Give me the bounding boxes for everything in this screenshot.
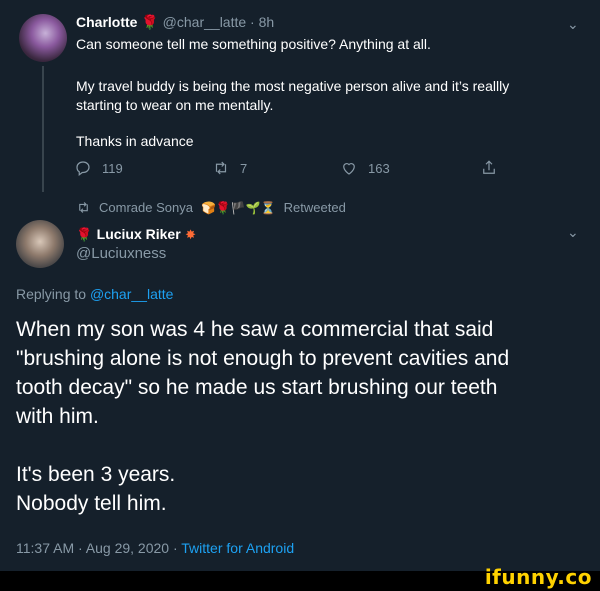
retweeted-label: Retweeted	[283, 200, 346, 215]
tweet2-meta: 11:37 AM · Aug 29, 2020 · Twitter for An…	[16, 540, 294, 556]
luciux-name[interactable]: Luciux Riker	[97, 226, 181, 242]
retweet-small-icon	[79, 202, 88, 213]
tweet2-line5: It's been 3 years.	[16, 463, 176, 486]
luciux-handle[interactable]: @Luciuxness	[76, 245, 166, 262]
luciux-avatar[interactable]	[16, 220, 64, 268]
tweet2-line1: When my son was 4 he saw a commercial th…	[16, 318, 494, 341]
tweet2-line4: with him.	[16, 405, 99, 428]
tweet1-line2: My travel buddy is being the most negati…	[76, 78, 510, 94]
like-count: 163	[368, 160, 390, 176]
replying-prefix: Replying to	[16, 286, 87, 302]
reply-count: 119	[102, 160, 123, 176]
heart-icon	[343, 163, 355, 175]
share-icon	[483, 160, 495, 174]
replying-to: Replying to @char__latte	[16, 286, 173, 302]
tweet1-time: · 8h	[250, 14, 275, 30]
like-button[interactable]: 163	[340, 159, 390, 177]
share-button[interactable]	[480, 159, 498, 177]
retweet-icon	[215, 161, 227, 175]
tweet2-line2: "brushing alone is not enough to prevent…	[16, 347, 510, 370]
thread-line	[42, 66, 44, 192]
ifunny-watermark: ifunny.co	[484, 565, 592, 589]
source-link[interactable]: Twitter for Android	[181, 540, 294, 556]
retweet-bar: Comrade Sonya 🍞🌹🏴🌱⏳ Retweeted	[76, 200, 346, 215]
retweet-count: 7	[240, 160, 248, 176]
tweet2-line6: Nobody tell him.	[16, 492, 167, 515]
tweet1-header: Charlotte 🌹 @char__latte · 8h	[76, 14, 274, 31]
retweeter-emoji: 🍞🌹🏴🌱⏳	[200, 200, 276, 215]
rose-icon: 🌹	[141, 14, 159, 30]
tweet1-line3: starting to wear on me mentally.	[76, 97, 274, 113]
charlotte-handle[interactable]: @char__latte	[163, 14, 246, 30]
rose-icon: 🌹	[76, 227, 93, 242]
sparkle-icon: ✸	[185, 227, 197, 242]
tweet1-line1: Can someone tell me something positive? …	[76, 36, 431, 52]
retweeter-name[interactable]: Comrade Sonya	[99, 200, 193, 215]
chevron-down-icon[interactable]: ⌄	[567, 16, 579, 33]
retweet-button[interactable]: 7	[212, 159, 247, 177]
replying-handle-link[interactable]: @char__latte	[90, 286, 173, 302]
reply-icon	[76, 161, 90, 176]
tweet2-line3: tooth decay" so he made us start brushin…	[16, 376, 498, 399]
timestamp[interactable]: 11:37 AM · Aug 29, 2020 ·	[16, 540, 178, 556]
chevron-down-icon[interactable]: ⌄	[567, 224, 579, 241]
charlotte-name[interactable]: Charlotte	[76, 14, 137, 30]
tweet2-name-row: 🌹 Luciux Riker ✸	[76, 226, 196, 244]
tweet1-line4: Thanks in advance	[76, 133, 194, 149]
reply-button[interactable]: 119	[74, 159, 123, 177]
charlotte-avatar[interactable]	[19, 14, 67, 62]
